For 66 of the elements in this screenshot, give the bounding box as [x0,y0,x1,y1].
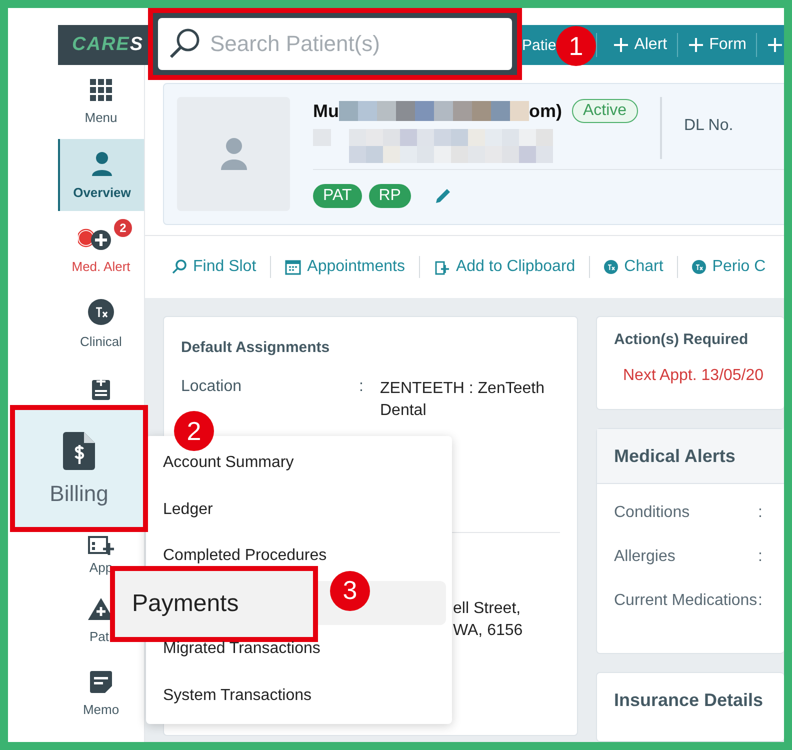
tx-icon [692,260,706,274]
tag: PAT [313,184,362,208]
search-field[interactable]: Search Patient(s) [158,18,512,70]
tx-icon [604,260,618,274]
colon: : [758,503,762,523]
calendar-icon [285,258,302,275]
calendar-add-icon [88,534,114,556]
field-label: Location [181,378,242,396]
toolbar-button[interactable]: Find Slot [171,258,256,276]
field-label: Conditions [614,503,691,523]
clipboard-icon [434,258,450,275]
search-icon [168,27,202,61]
billing-option[interactable]: Payments [110,566,318,642]
add-button[interactable] [767,37,784,53]
add-button[interactable]: Form [688,36,746,54]
search-icon [171,258,187,275]
invoice-icon [62,430,96,470]
colon: : [758,547,762,567]
logo: CARES [71,33,145,57]
plus-icon [613,37,630,53]
grid-icon [89,78,113,102]
field-value: ZENTEETH : ZenTeeth Dental [380,379,546,421]
address-text: ell Street, [453,599,522,619]
field-label: Current Medications [614,591,758,611]
sidebar-item[interactable]: Menu [58,65,144,137]
field-label: DL No. [684,117,734,136]
colon: : [359,378,364,396]
billing-option[interactable]: Ledger [163,500,213,518]
add-button[interactable]: Alert [613,36,668,54]
billing-option[interactable]: System Transactions [163,686,312,704]
billing-option[interactable]: Account Summary [163,454,294,472]
sidebar-label: Pat. [89,629,113,644]
patient-name: om) [529,100,562,122]
colon: : [758,591,762,611]
toolbar-button[interactable]: Add to Clipboard [434,258,576,276]
plus-icon [767,37,784,53]
toolbar-button[interactable]: Perio C [692,258,766,276]
address-text: WA, 6156 [453,621,524,641]
sidebar-item[interactable]: Overview [58,139,144,211]
tx-icon [87,298,115,326]
patient-link[interactable]: Patie [522,36,556,54]
memo-icon [89,670,113,694]
card-title: Action(s) Required [614,331,750,348]
tag: RP [368,184,411,208]
step-badge: 3 [330,570,370,610]
card-title: Default Assignments [181,339,331,356]
card-title: Insurance Details [614,690,764,710]
card-title: Medical Alerts [614,446,736,466]
field-label: Allergies [614,547,676,567]
sidebar-item[interactable]: Billing [10,405,148,532]
person-icon [91,150,113,176]
edit-icon[interactable] [434,187,452,205]
sidebar-icon[interactable] [88,534,114,556]
billing-option[interactable]: Completed Procedures [163,547,327,565]
count-badge: 2 [114,218,132,236]
toolbar-button[interactable]: Chart [604,258,664,276]
billing-option[interactable]: Migrated Transactions [163,640,320,658]
patient-name: Mu [313,100,339,122]
toolbar-button[interactable]: Appointments [285,258,405,276]
person-icon [220,137,248,171]
sidebar-item[interactable]: 2 Med. Alert [58,213,144,285]
action-text: Next Appt. 13/05/20 [623,367,765,385]
status-badge: Active [572,99,638,123]
sidebar-item[interactable]: Clinical [58,287,144,359]
plus-icon [688,37,704,53]
sidebar-item[interactable]: Memo [58,657,144,729]
